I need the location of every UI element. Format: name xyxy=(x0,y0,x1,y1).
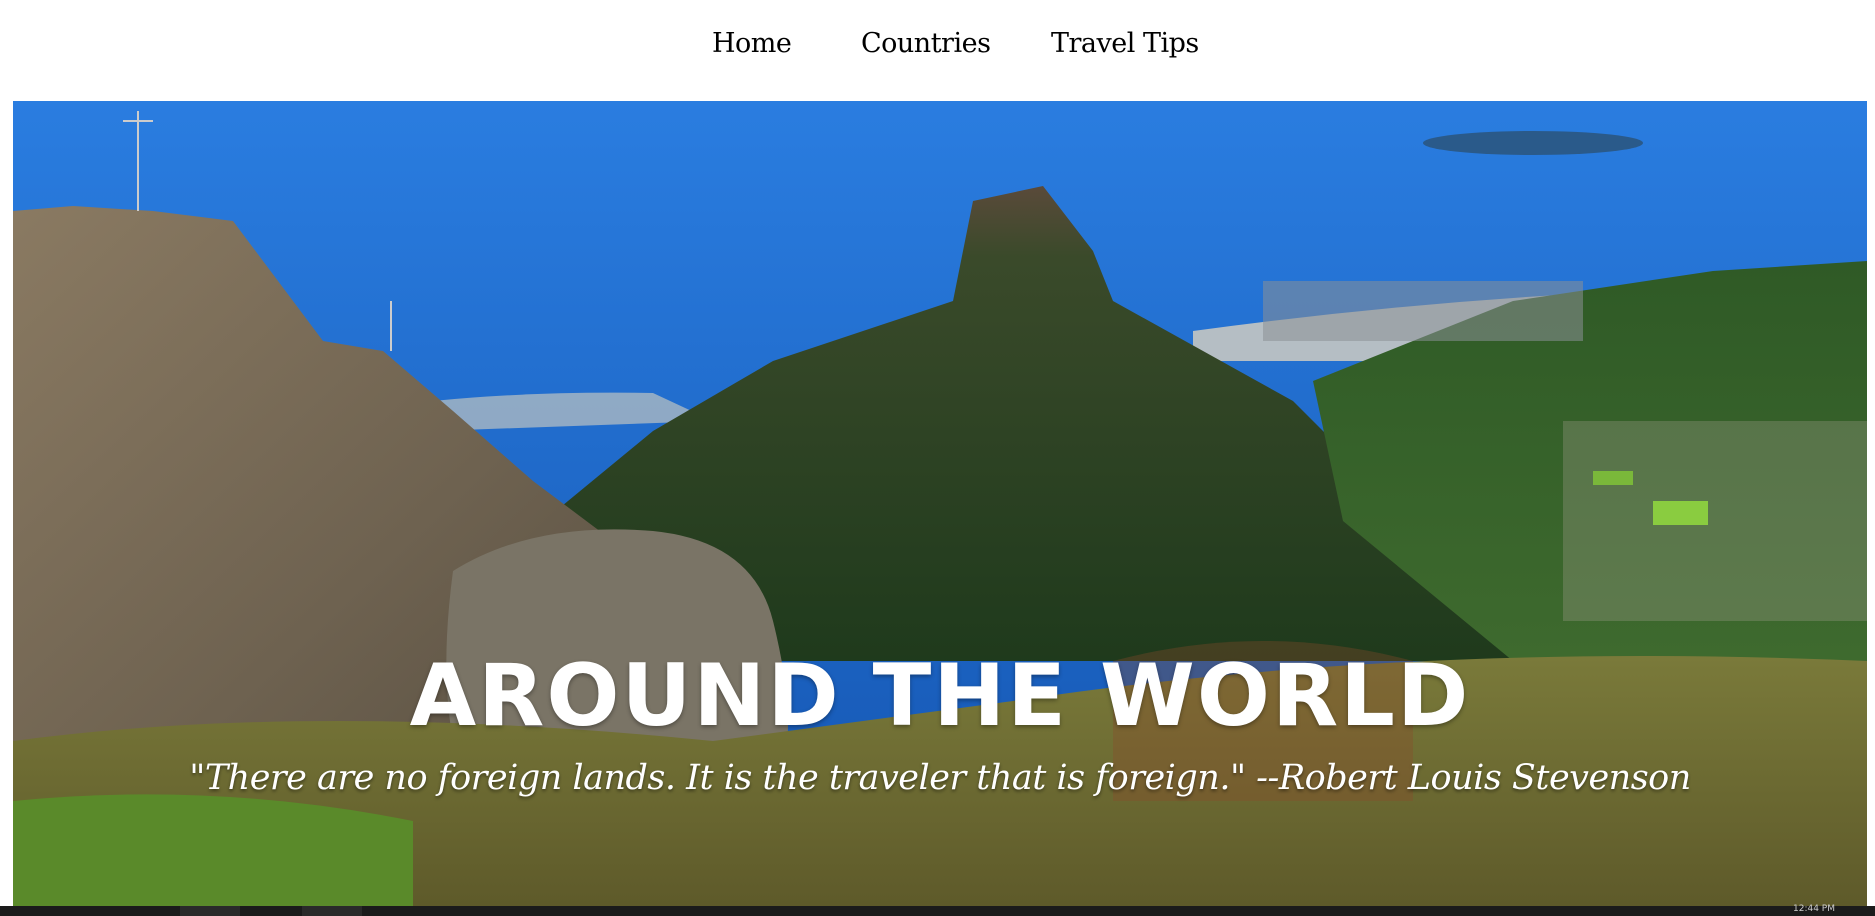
nav-link-travel-tips[interactable]: Travel Tips xyxy=(1051,28,1199,59)
taskbar-app[interactable] xyxy=(180,906,240,916)
hero-banner: AROUND THE WORLD "There are no foreign l… xyxy=(13,101,1867,906)
nav-link-home[interactable]: Home xyxy=(712,28,792,59)
taskbar: 12:44 PM xyxy=(0,904,1875,916)
hero-title: AROUND THE WORLD xyxy=(409,646,1471,746)
nav-link-countries[interactable]: Countries xyxy=(861,28,991,59)
hero-quote: "There are no foreign lands. It is the t… xyxy=(189,758,1691,798)
main-navigation: Home Countries Travel Tips xyxy=(0,0,1875,100)
taskbar-app[interactable] xyxy=(302,906,362,916)
taskbar-clock: 12:44 PM xyxy=(1793,904,1835,914)
